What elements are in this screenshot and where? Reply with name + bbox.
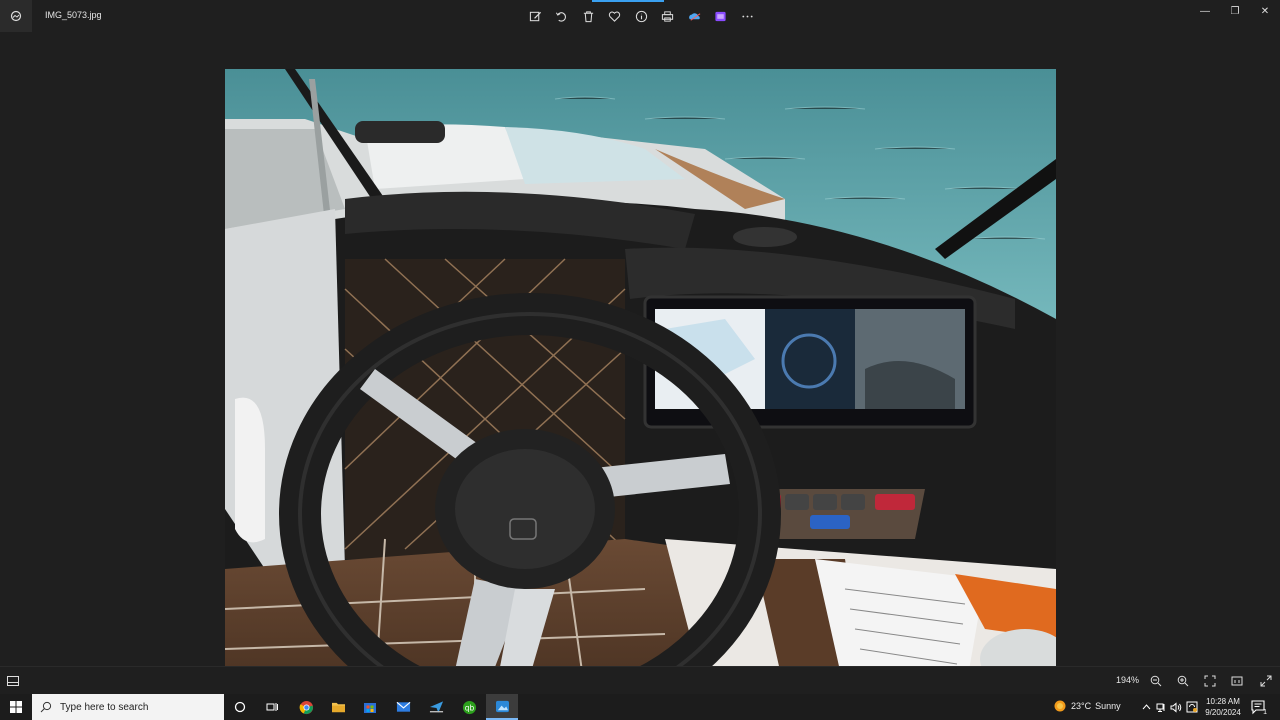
zoom-level: 194% [1116, 675, 1140, 685]
window-title: IMG_5073.jpg [45, 10, 102, 20]
filmstrip-button[interactable] [4, 673, 22, 689]
sync-status-button[interactable] [1186, 700, 1198, 714]
print-button[interactable] [655, 4, 682, 28]
notification-count: 1 [1263, 709, 1267, 716]
favorite-icon [609, 11, 621, 22]
show-hidden-icons-button[interactable] [1140, 700, 1152, 714]
zoom-out-button[interactable] [1147, 672, 1165, 690]
taskbar-quickbooks[interactable]: qb [453, 694, 485, 720]
paper-plane-icon [429, 701, 443, 713]
fit-to-window-button[interactable] [1201, 672, 1219, 690]
weather-temperature: 23°C [1071, 701, 1092, 711]
taskbar-app-blue[interactable] [420, 694, 452, 720]
cortana-icon [234, 701, 246, 713]
network-button[interactable] [1155, 700, 1167, 714]
volume-button[interactable] [1170, 700, 1182, 714]
info-icon [635, 10, 647, 22]
quickbooks-icon: qb [462, 700, 476, 714]
zoom-out-icon [1150, 675, 1162, 687]
cortana-button[interactable] [224, 694, 256, 720]
delete-icon [583, 10, 593, 22]
search-icon [40, 701, 52, 713]
fullscreen-icon [1260, 675, 1272, 687]
onedrive-button[interactable] [681, 4, 708, 28]
onedrive-icon [688, 12, 701, 21]
favorite-button[interactable] [602, 4, 629, 28]
clipchamp-icon [715, 11, 726, 21]
edit-image-icon [529, 11, 541, 21]
sync-icon [1186, 701, 1198, 713]
delete-button[interactable] [575, 4, 602, 28]
bottom-bar: 194% [0, 666, 1280, 695]
chrome-icon [299, 700, 313, 714]
loading-progress-bar [592, 0, 664, 2]
taskbar-clock[interactable]: 10:28 AM 9/20/2024 [1202, 696, 1244, 718]
volume-icon [1170, 701, 1182, 713]
more-options-button[interactable] [734, 4, 761, 28]
chevron-up-icon [1142, 704, 1150, 710]
maximize-button[interactable]: ❐ [1220, 0, 1250, 22]
store-icon [364, 703, 376, 713]
toolbar [522, 4, 761, 28]
search-placeholder: Type here to search [60, 701, 149, 713]
zoom-in-icon [1177, 675, 1189, 687]
network-icon [1156, 703, 1164, 712]
fullscreen-button[interactable] [1257, 672, 1275, 690]
taskbar-mail[interactable] [387, 694, 419, 720]
clock-date: 9/20/2024 [1205, 708, 1241, 717]
photo[interactable] [225, 69, 1056, 693]
mail-icon [396, 701, 410, 712]
folder-icon [331, 702, 345, 712]
window-controls: — ❐ ✕ [1190, 0, 1280, 22]
photos-icon [495, 700, 509, 712]
rotate-icon [556, 11, 567, 22]
start-button[interactable] [0, 694, 32, 720]
svg-text:qb: qb [464, 703, 474, 712]
taskbar-chrome[interactable] [290, 694, 322, 720]
filmstrip-icon [7, 676, 19, 686]
weather-widget[interactable]: 23°C Sunny [1053, 699, 1121, 713]
title-bar: IMG_5073.jpg — ❐ ✕ [0, 0, 1280, 32]
photos-app-icon[interactable] [0, 0, 32, 32]
taskbar-photos[interactable] [486, 694, 518, 720]
boat-photo-illustration [225, 69, 1056, 693]
sunny-weather-icon [1054, 700, 1066, 712]
taskbar: Type here to search qb 23°C Sunny 10:28 … [0, 694, 1280, 720]
print-icon [662, 10, 674, 22]
taskbar-store[interactable] [354, 694, 386, 720]
actual-size-button[interactable] [1228, 672, 1246, 690]
info-button[interactable] [628, 4, 655, 28]
actual-size-icon [1231, 676, 1243, 686]
image-viewer[interactable] [0, 32, 1280, 693]
zoom-in-button[interactable] [1174, 672, 1192, 690]
weather-condition: Sunny [1095, 701, 1121, 711]
minimize-button[interactable]: — [1190, 0, 1220, 22]
edit-image-button[interactable] [522, 4, 549, 28]
taskbar-search-box[interactable]: Type here to search [32, 694, 224, 720]
rotate-button[interactable] [549, 4, 576, 28]
notification-center-button[interactable]: 1 [1250, 699, 1267, 716]
fit-window-icon [1204, 675, 1216, 687]
taskbar-file-explorer[interactable] [322, 694, 354, 720]
clock-time: 10:28 AM [1206, 697, 1240, 706]
more-options-icon [742, 15, 753, 17]
close-button[interactable]: ✕ [1250, 0, 1280, 22]
clipchamp-button[interactable] [708, 4, 735, 28]
task-view-icon [266, 703, 278, 711]
task-view-button[interactable] [256, 694, 288, 720]
windows-logo-icon [10, 701, 22, 713]
